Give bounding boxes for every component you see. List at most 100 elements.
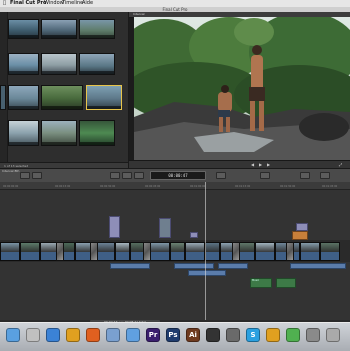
overwrite-icon[interactable] [134, 172, 144, 179]
ruler-tick: 00:00:45:00 [145, 185, 161, 188]
connected-clip[interactable] [190, 232, 198, 238]
storyline-clip[interactable] [320, 242, 340, 261]
storyline-clip[interactable] [205, 242, 220, 261]
browser-clip[interactable] [41, 19, 77, 39]
menu-window[interactable]: Window [44, 0, 64, 7]
browser-clip[interactable] [8, 85, 39, 110]
photoshop-icon[interactable]: Ps [166, 328, 180, 342]
audio-clip[interactable] [290, 263, 346, 269]
clip-waveform [96, 252, 114, 260]
clip-waveform [301, 252, 319, 260]
ruler-tick: 00:01:15:00 [235, 185, 251, 188]
storyline-clip[interactable] [95, 242, 115, 261]
insert-icon[interactable] [122, 172, 132, 179]
finalcut-icon[interactable] [206, 328, 220, 342]
storyline-clip[interactable] [300, 242, 320, 261]
safari-icon[interactable] [46, 328, 60, 342]
video-frame-image [134, 17, 350, 160]
browser-clip[interactable] [41, 85, 83, 110]
storyline-clip[interactable] [20, 242, 40, 261]
transition[interactable] [143, 242, 151, 261]
inspector-icon[interactable] [300, 172, 310, 179]
browser-clip[interactable] [79, 19, 115, 39]
storyline-clip[interactable] [115, 242, 130, 261]
browser-clip[interactable] [41, 120, 77, 146]
project-name: Interval 8th [2, 169, 20, 173]
audio-clip[interactable] [188, 270, 226, 276]
trash-icon[interactable] [326, 328, 340, 342]
clip-waveform [321, 252, 339, 260]
itunes-icon[interactable] [126, 328, 140, 342]
append-icon[interactable] [110, 172, 120, 179]
browser-clip[interactable] [8, 53, 39, 75]
import-icon[interactable] [20, 172, 30, 179]
next-icon[interactable]: ▶ [267, 163, 270, 167]
browser-clip[interactable] [0, 85, 6, 110]
transition[interactable] [56, 242, 64, 261]
browser-clip[interactable] [79, 53, 115, 75]
menu-app[interactable]: Final Cut Pro [10, 0, 46, 7]
premiere-icon[interactable]: Pr [146, 328, 160, 342]
keyword-icon[interactable] [32, 172, 42, 179]
playhead[interactable] [205, 182, 206, 320]
share-icon[interactable] [320, 172, 330, 179]
ruler-tick: 00:00:30:00 [100, 185, 116, 188]
music-clip-label: Music [252, 279, 260, 282]
chrome-icon[interactable] [66, 328, 80, 342]
audio-clip[interactable] [218, 263, 248, 269]
connected-clip[interactable] [109, 216, 120, 238]
illustrator-icon[interactable]: Ai [186, 328, 200, 342]
browser-clip[interactable] [79, 120, 115, 146]
firefox-icon[interactable] [86, 328, 100, 342]
storyline-clip[interactable] [185, 242, 205, 261]
connected-clip[interactable] [296, 223, 308, 231]
ruler-tick: 00:01:45:00 [322, 185, 338, 188]
fullscreen-icon[interactable]: ⤢ [339, 163, 342, 167]
storyline-clip[interactable] [238, 242, 255, 261]
audio-clip[interactable] [110, 263, 150, 269]
motion-icon[interactable] [226, 328, 240, 342]
mail-icon[interactable] [106, 328, 120, 342]
skype-icon[interactable]: S [246, 328, 260, 342]
storyline-clip[interactable] [0, 242, 20, 261]
browser-clip[interactable] [8, 19, 39, 39]
storyline-clip[interactable] [150, 242, 170, 261]
apple-icon[interactable]:  [3, 0, 6, 7]
timeline-ruler[interactable]: 00:00:00:00 00:00:15:00 00:00:30:00 00:0… [0, 182, 350, 190]
audio-clip[interactable] [174, 263, 214, 269]
transition[interactable] [232, 242, 240, 261]
play-icon[interactable]: ▶ [259, 163, 262, 167]
clip-waveform [256, 252, 274, 260]
menu-timeline[interactable]: Timeline [62, 0, 83, 7]
storyline-clip[interactable] [255, 242, 275, 261]
browser-clip[interactable] [41, 53, 77, 75]
clip-waveform [239, 252, 254, 260]
menu-help[interactable]: Aide [82, 0, 93, 7]
timecode-display[interactable]: 00:00:47 [150, 171, 206, 180]
ruler-tick: 00:00:15:00 [55, 185, 71, 188]
clip-waveform [206, 252, 219, 260]
spotify-icon[interactable] [286, 328, 300, 342]
previous-icon[interactable]: ◀ [251, 163, 254, 167]
connected-clip[interactable] [159, 218, 171, 238]
tools-icon[interactable] [216, 172, 226, 179]
clip-waveform [116, 252, 129, 260]
clip-waveform [151, 252, 169, 260]
preferences-icon[interactable] [306, 328, 320, 342]
transition[interactable] [90, 242, 98, 261]
ruler-tick: 00:00:00:00 [3, 185, 19, 188]
chrome2-icon[interactable] [266, 328, 280, 342]
transition[interactable] [286, 242, 294, 261]
ruler-tick: 00:01:30:00 [280, 185, 296, 188]
music-clip[interactable]: Music [250, 278, 272, 288]
title-clip[interactable] [292, 231, 308, 240]
clip-waveform [21, 252, 39, 260]
viewer-frame[interactable] [134, 17, 350, 160]
effects-icon[interactable] [260, 172, 270, 179]
browser-clip-selected[interactable] [86, 85, 122, 110]
finder-icon[interactable] [6, 328, 20, 342]
browser-clip[interactable] [8, 120, 39, 146]
music-clip[interactable] [276, 278, 296, 288]
launchpad-icon[interactable] [26, 328, 40, 342]
storyline-clip[interactable] [170, 242, 185, 261]
